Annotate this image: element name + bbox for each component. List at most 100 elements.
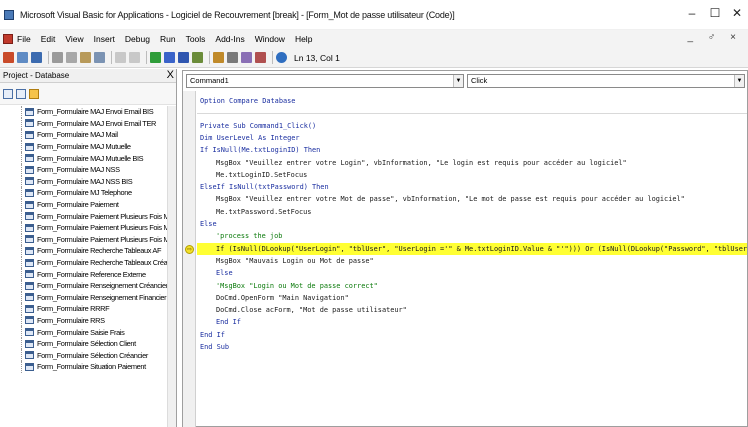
code-line[interactable]: MsgBox "Veuillez entrer votre Mot de pas… bbox=[197, 193, 747, 205]
menu-debug[interactable]: Debug bbox=[125, 34, 150, 44]
cursor-position: Ln 13, Col 1 bbox=[294, 52, 340, 63]
find-icon[interactable] bbox=[94, 52, 105, 63]
project-tree-item[interactable]: Form_Formulaire RRRF bbox=[0, 303, 168, 315]
project-explorer-close-button[interactable]: X bbox=[167, 68, 174, 82]
code-line[interactable]: Me.txtPassword.SetFocus bbox=[197, 206, 747, 218]
project-tree-item[interactable]: Form_Formulaire Sélection Créancier bbox=[0, 349, 168, 362]
project-tree-scrollbar[interactable] bbox=[167, 106, 176, 427]
object-combo[interactable]: Command1 ▼ bbox=[186, 74, 464, 88]
code-line[interactable]: 'process the job bbox=[197, 230, 747, 242]
code-line[interactable]: DoCmd.Close acForm, "Mot de passe utilis… bbox=[197, 304, 747, 316]
project-tree-item[interactable]: Form_Formulaire MAJ Envoi Email BIS bbox=[0, 106, 168, 118]
project-tree-item[interactable]: Form_Formulaire Recherche Tableaux Créan… bbox=[0, 256, 168, 269]
help-icon[interactable] bbox=[276, 52, 287, 63]
project-tree-item[interactable]: Form_Formulaire MAJ Mail bbox=[0, 129, 168, 141]
title-bar: Microsoft Visual Basic for Applications … bbox=[0, 0, 748, 30]
menu-insert[interactable]: Insert bbox=[94, 34, 115, 44]
menu-view[interactable]: View bbox=[65, 34, 83, 44]
project-tree-item[interactable]: Form_Formulaire Paiement Plusieurs Fois … bbox=[0, 221, 168, 234]
close-button[interactable]: ✕ bbox=[727, 6, 747, 20]
menu-add-ins[interactable]: Add-Ins bbox=[215, 34, 244, 44]
project-tree-item[interactable]: Form_Formulaire MAJ Envoi Email TER bbox=[0, 117, 168, 130]
project-tree-item[interactable]: Form_Formulaire Saisie Frais bbox=[0, 326, 168, 338]
menu-run[interactable]: Run bbox=[160, 34, 176, 44]
code-line[interactable]: If IsNull(Me.txtLoginID) Then bbox=[197, 144, 747, 156]
project-tree-item[interactable]: Form_Formulaire MAJ Mutuelle bbox=[0, 140, 168, 153]
form-module-icon bbox=[25, 362, 34, 371]
code-line[interactable]: DoCmd.OpenForm "Main Navigation" bbox=[197, 292, 747, 304]
chevron-down-icon[interactable]: ▼ bbox=[734, 75, 744, 87]
toggle-folders-icon[interactable] bbox=[29, 88, 39, 99]
project-tree-item[interactable]: Form_Formulaire MAJ Mutuelle BIS bbox=[0, 152, 168, 164]
save-icon[interactable] bbox=[31, 52, 42, 63]
project-tree-item[interactable]: Form_Formulaire Situation Paiement bbox=[0, 361, 168, 373]
undo-icon[interactable] bbox=[115, 52, 126, 63]
toolbox-icon[interactable] bbox=[255, 52, 266, 63]
code-line[interactable]: End If bbox=[197, 329, 747, 341]
design-mode-icon[interactable] bbox=[192, 52, 203, 63]
copy-icon[interactable] bbox=[66, 52, 77, 63]
project-tree-item[interactable]: Form_Formulaire Paiement Plusieurs Fois … bbox=[0, 210, 168, 222]
project-tree-item[interactable]: Form_Formulaire MAJ NSS BIS bbox=[0, 175, 168, 188]
project-tree-item[interactable]: Form_Formulaire Paiement Plusieurs Fois … bbox=[0, 233, 168, 246]
maximize-button[interactable]: ☐ bbox=[705, 6, 725, 20]
chevron-down-icon[interactable]: ▼ bbox=[453, 75, 463, 87]
form-module-icon bbox=[25, 258, 34, 267]
project-tree-item[interactable]: Form_Formulaire RRS bbox=[0, 314, 168, 327]
redo-icon[interactable] bbox=[129, 52, 140, 63]
code-line[interactable]: Dim UserLevel As Integer bbox=[197, 132, 747, 144]
code-line[interactable]: Me.txtLoginID.SetFocus bbox=[197, 169, 747, 181]
menu-help[interactable]: Help bbox=[295, 34, 312, 44]
window-title: Microsoft Visual Basic for Applications … bbox=[20, 9, 455, 20]
form-module-icon bbox=[25, 212, 34, 221]
project-tree-item-label: Form_Formulaire MAJ NSS BIS bbox=[37, 176, 133, 186]
properties-icon[interactable] bbox=[227, 52, 238, 63]
code-editor[interactable]: Option Compare Database Private Sub Comma… bbox=[197, 91, 747, 427]
tree-guide-line bbox=[21, 106, 22, 118]
project-tree-item[interactable]: Form_Formulaire Paiement bbox=[0, 198, 168, 211]
current-statement-line[interactable]: If (IsNull(DLookup("UserLogin", "tblUser… bbox=[197, 242, 747, 255]
project-explorer: Project - Database X Form_Formulaire MAJ… bbox=[0, 69, 177, 427]
insert-module-icon[interactable] bbox=[17, 52, 28, 63]
code-window-icon[interactable] bbox=[3, 34, 13, 44]
project-tree-item-label: Form_Formulaire RRS bbox=[37, 315, 105, 325]
procedure-combo[interactable]: Click ▼ bbox=[467, 74, 745, 88]
project-tree-item[interactable]: Form_Formulaire Renseignement Créancier bbox=[0, 279, 168, 292]
view-code-icon[interactable] bbox=[3, 88, 13, 99]
run-icon[interactable] bbox=[150, 52, 161, 63]
project-tree-item[interactable]: Form_Formulaire MJ Telephone bbox=[0, 187, 168, 199]
project-explorer-icon[interactable] bbox=[213, 52, 224, 63]
cut-icon[interactable] bbox=[52, 52, 63, 63]
reset-icon[interactable] bbox=[178, 52, 189, 63]
code-line[interactable]: Private Sub Command1_Click() bbox=[197, 120, 747, 132]
code-line[interactable]: End If bbox=[197, 316, 747, 328]
code-line[interactable]: End Sub bbox=[197, 341, 747, 353]
code-line[interactable]: Else bbox=[197, 218, 747, 230]
menu-tools[interactable]: Tools bbox=[186, 34, 206, 44]
project-tree-item[interactable]: Form_Formulaire MAJ NSS bbox=[0, 163, 168, 176]
project-tree-item[interactable]: Form_Formulaire Reference Externe bbox=[0, 268, 168, 280]
code-line[interactable]: MsgBox "Veuillez entrer votre Login", vb… bbox=[197, 157, 747, 169]
menu-window[interactable]: Window bbox=[255, 34, 285, 44]
form-module-icon bbox=[25, 316, 34, 325]
object-browser-icon[interactable] bbox=[241, 52, 252, 63]
project-tree-item[interactable]: Form_Formulaire Sélection Client bbox=[0, 337, 168, 350]
paste-icon[interactable] bbox=[80, 52, 91, 63]
indicator-margin[interactable]: ⇨ bbox=[183, 91, 196, 427]
view-object-icon[interactable] bbox=[16, 88, 26, 99]
break-icon[interactable] bbox=[164, 52, 175, 63]
mdi-window-controls[interactable]: _ ♂ × bbox=[688, 32, 742, 43]
view-access-icon[interactable] bbox=[3, 52, 14, 63]
form-module-icon bbox=[25, 235, 34, 244]
code-line[interactable]: 'MsgBox "Login ou Mot de passe correct" bbox=[197, 280, 747, 292]
menu-edit[interactable]: Edit bbox=[41, 34, 56, 44]
code-line[interactable]: MsgBox "Mauvais Login ou Mot de passe" bbox=[197, 255, 747, 267]
project-explorer-header: Project - Database X bbox=[0, 69, 176, 83]
code-line[interactable]: Option Compare Database bbox=[197, 95, 747, 107]
code-line[interactable]: ElseIf IsNull(txtPassword) Then bbox=[197, 181, 747, 193]
project-tree-item[interactable]: Form_Formulaire Renseignement Financier bbox=[0, 291, 168, 304]
project-tree-item[interactable]: Form_Formulaire Recherche Tableaux AF bbox=[0, 245, 168, 257]
code-line[interactable]: Else bbox=[197, 267, 747, 279]
minimize-button[interactable]: – bbox=[682, 6, 702, 20]
menu-file[interactable]: File bbox=[17, 34, 31, 44]
